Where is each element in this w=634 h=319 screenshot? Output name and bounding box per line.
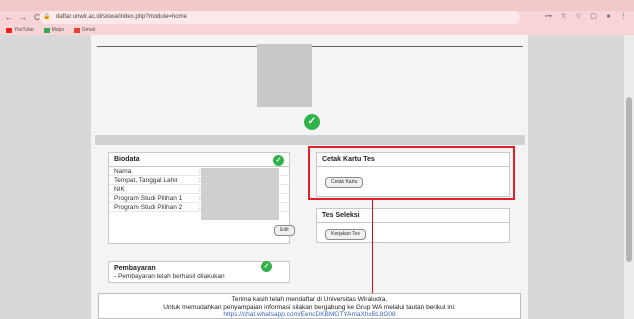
- bookmark-maps[interactable]: Maps: [43, 27, 64, 33]
- pembayaran-panel: Pembayaran ✓ - Pembayaran telah berhasil…: [108, 261, 290, 283]
- checkmark-icon: ✓: [273, 155, 284, 166]
- star-icon[interactable]: ☆: [574, 12, 583, 21]
- content-area: ✓ Biodata ✓ Nama: Tempat, Tanggal Lahir:…: [0, 35, 634, 319]
- whatsapp-link[interactable]: https://chat.whatsapp.com/EencDKBMGTYAma…: [223, 311, 395, 318]
- lock-icon: 🔒: [43, 14, 51, 20]
- share-icon[interactable]: ⇧: [559, 12, 568, 21]
- bookmark-youtube[interactable]: YouTube: [6, 27, 34, 33]
- tab-strip: [0, 0, 634, 11]
- page-panel: ✓ Biodata ✓ Nama: Tempat, Tanggal Lahir:…: [91, 35, 528, 319]
- highlight-box: [308, 146, 515, 200]
- address-bar[interactable]: 🔒 daftar.unwir.ac.id/siswa/index.php?mod…: [40, 11, 520, 24]
- url-text: daftar.unwir.ac.id/siswa/index.php?modul…: [56, 14, 187, 20]
- scrollbar-thumb[interactable]: [626, 97, 632, 262]
- bookmark-gmail[interactable]: Gmail: [73, 27, 95, 33]
- profile-photo: [257, 44, 312, 107]
- gmail-icon: [73, 27, 80, 33]
- profile-icon[interactable]: ●: [604, 12, 613, 21]
- scrollbar[interactable]: [624, 35, 634, 319]
- tes-seleksi-panel: Tes Seleksi Kerjakan Tes: [316, 208, 510, 243]
- forward-icon[interactable]: →: [18, 13, 28, 23]
- notice-line2: Untuk memudahkan penyampaian informasi s…: [163, 303, 456, 311]
- kerjakan-tes-button[interactable]: Kerjakan Tes: [325, 229, 366, 240]
- cast-icon[interactable]: ⊶: [544, 12, 553, 21]
- tes-seleksi-title: Tes Seleksi: [317, 209, 509, 223]
- menu-icon[interactable]: ⋮: [619, 12, 628, 21]
- youtube-icon: [6, 27, 12, 33]
- separator-bar: [95, 135, 525, 145]
- notice-box: Terima kasih telah mendaftar di Universi…: [98, 293, 521, 319]
- payment-status: - Pembayaran telah berhasil dilakukan: [114, 273, 225, 280]
- checkmark-icon: ✓: [304, 114, 320, 130]
- redacted-values: [201, 168, 279, 220]
- maps-icon: [43, 27, 50, 33]
- back-icon[interactable]: ←: [4, 13, 14, 23]
- checkmark-icon: ✓: [261, 261, 272, 272]
- browser-actions: ⊶ ⇧ ☆ ▢ ● ⋮: [544, 12, 628, 21]
- biodata-panel: Biodata ✓ Nama: Tempat, Tanggal Lahir: N…: [108, 152, 295, 244]
- edit-button[interactable]: Edit: [274, 225, 295, 236]
- bookmarks-bar: YouTube Maps Gmail: [0, 25, 634, 35]
- sidepanel-icon[interactable]: ▢: [589, 12, 598, 21]
- biodata-title: Biodata: [109, 153, 289, 167]
- notice-line1: Terima kasih telah mendaftar di Universi…: [231, 296, 388, 303]
